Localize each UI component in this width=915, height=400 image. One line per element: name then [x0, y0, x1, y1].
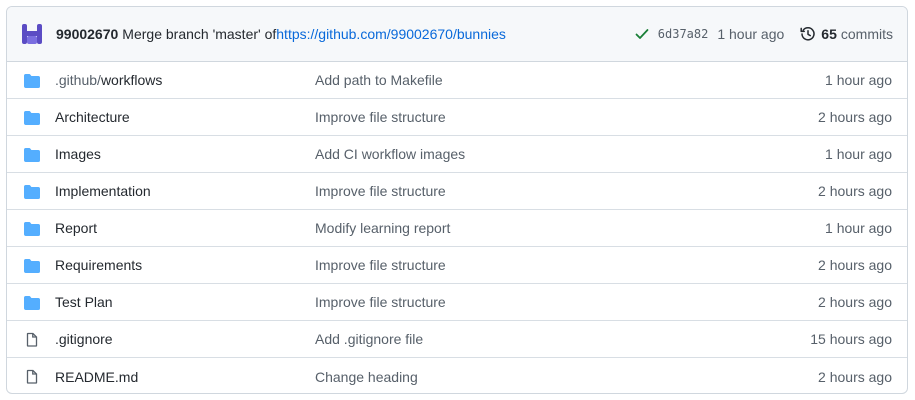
file-name-link[interactable]: Implementation [55, 183, 151, 199]
file-name-text[interactable]: Test Plan [55, 294, 113, 310]
file-row[interactable]: Report Modify learning report 1 hour ago [7, 210, 907, 247]
file-name-link[interactable]: Requirements [55, 257, 142, 273]
file-name-text[interactable]: .gitignore [55, 331, 113, 347]
file-name-link[interactable]: Images [55, 146, 101, 162]
file-row[interactable]: .github/workflows Add path to Makefile 1 h… [7, 62, 907, 99]
folder-icon [24, 295, 40, 311]
check-icon[interactable] [634, 26, 650, 42]
folder-icon [24, 184, 40, 200]
commit-time: 1 hour ago [717, 26, 785, 42]
file-name-link[interactable]: Architecture [55, 109, 130, 125]
file-name-link[interactable]: .github/workflows [55, 72, 162, 88]
commits-history-link[interactable]: 65 commits [800, 26, 893, 42]
file-row[interactable]: .gitignore Add .gitignore file 15 hours ag… [7, 321, 907, 358]
file-commit-age: 2 hours ago [818, 183, 892, 199]
file-name-text[interactable]: Images [55, 146, 101, 162]
file-icon [24, 369, 40, 385]
file-commit-message-link[interactable]: Improve file structure [315, 257, 446, 273]
file-name-link[interactable]: .gitignore [55, 331, 113, 347]
file-commit-message-link[interactable]: Modify learning report [315, 220, 450, 236]
file-row[interactable]: README.md Change heading 2 hours ago [7, 358, 907, 393]
avatar[interactable] [21, 22, 43, 46]
folder-icon [24, 147, 40, 163]
file-commit-message-link[interactable]: Add path to Makefile [315, 72, 443, 88]
latest-commit-bar: 99002670 Merge branch 'master' of https:… [7, 7, 907, 62]
file-row[interactable]: Architecture Improve file structure 2 hour… [7, 99, 907, 136]
file-commit-age: 15 hours ago [810, 331, 892, 347]
folder-icon [24, 258, 40, 274]
file-name-link[interactable]: Test Plan [55, 294, 113, 310]
commit-count: 65 [821, 26, 837, 42]
file-browser: 99002670 Merge branch 'master' of https:… [6, 6, 908, 394]
file-row[interactable]: Images Add CI workflow images 1 hour ago [7, 136, 907, 173]
history-icon [800, 27, 815, 41]
file-commit-age: 1 hour ago [825, 220, 892, 236]
file-row[interactable]: Implementation Improve file structure 2 ho… [7, 173, 907, 210]
file-commit-message-link[interactable]: Change heading [315, 369, 418, 385]
commit-sha-link[interactable]: 6d37a82 [658, 27, 709, 41]
file-commit-age: 2 hours ago [818, 294, 892, 310]
file-commit-message-link[interactable]: Improve file structure [315, 109, 446, 125]
folder-icon [24, 221, 40, 237]
commit-author[interactable]: 99002670 [56, 26, 118, 42]
folder-icon [24, 73, 40, 89]
file-name-link[interactable]: Report [55, 220, 97, 236]
file-commit-age: 2 hours ago [818, 109, 892, 125]
file-row[interactable]: Requirements Improve file structure 2 hour… [7, 247, 907, 284]
file-commit-message-link[interactable]: Improve file structure [315, 183, 446, 199]
file-icon [24, 332, 40, 348]
file-name-text[interactable]: workflows [101, 72, 162, 88]
file-name-text[interactable]: Report [55, 220, 97, 236]
file-commit-message-link[interactable]: Add .gitignore file [315, 331, 423, 347]
file-name-path-prefix[interactable]: .github/ [55, 72, 101, 88]
file-commit-message-link[interactable]: Add CI workflow images [315, 146, 465, 162]
file-name-text[interactable]: Requirements [55, 257, 142, 273]
commit-message: Merge branch 'master' of [122, 26, 277, 42]
commits-label: commits [840, 26, 893, 42]
commit-message-link[interactable]: https://github.com/99002670/bunnies [276, 26, 506, 42]
folder-icon [24, 110, 40, 126]
file-row[interactable]: Test Plan Improve file structure 2 hours a… [7, 284, 907, 321]
file-name-text[interactable]: Architecture [55, 109, 130, 125]
file-commit-age: 1 hour ago [825, 72, 892, 88]
file-name-text[interactable]: Implementation [55, 183, 151, 199]
file-commit-age: 2 hours ago [818, 257, 892, 273]
commit-meta: 6d37a82 1 hour ago 65 commits [634, 26, 893, 42]
file-commit-message-link[interactable]: Improve file structure [315, 294, 446, 310]
file-name-link[interactable]: README.md [55, 369, 138, 385]
file-commit-age: 2 hours ago [818, 368, 892, 385]
file-commit-age: 1 hour ago [825, 146, 892, 162]
file-list: .github/workflows Add path to Makefile 1 h… [7, 62, 907, 393]
file-name-text[interactable]: README.md [55, 369, 138, 385]
